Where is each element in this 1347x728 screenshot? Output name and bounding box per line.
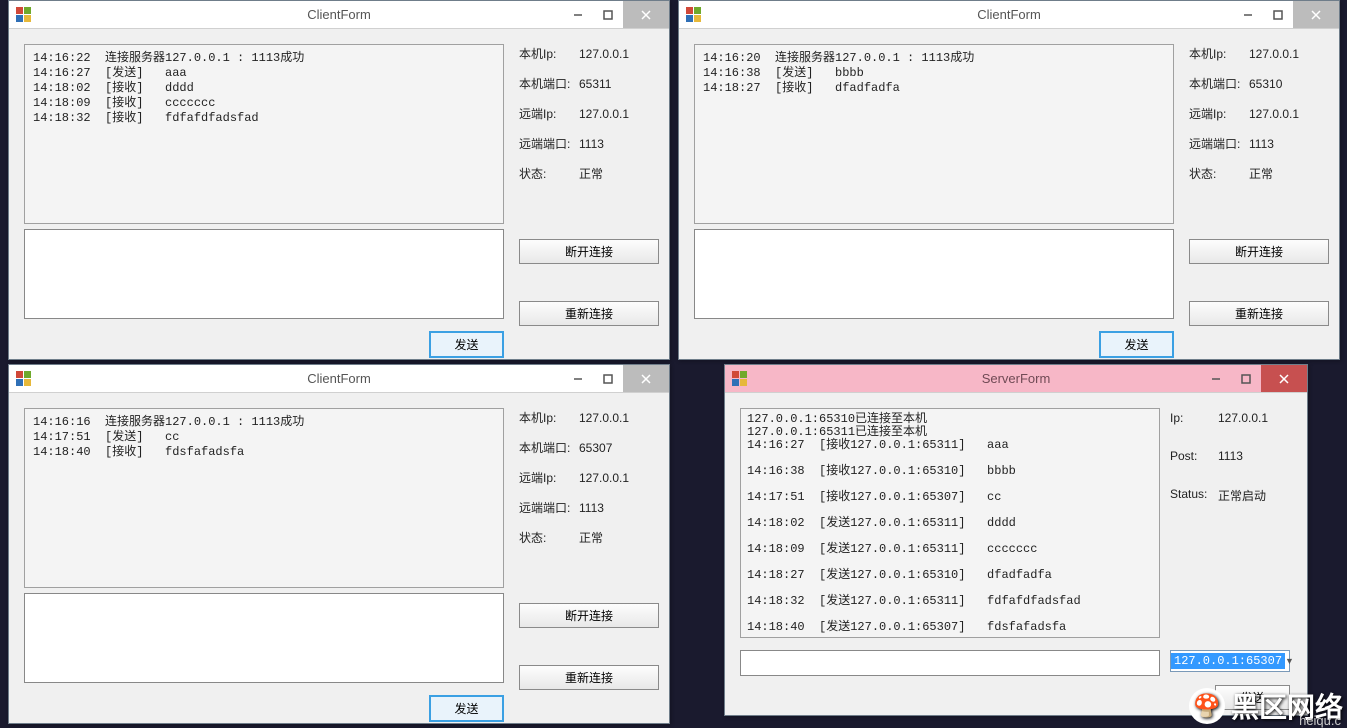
info-panel: 本机Ip:127.0.0.1 本机端口:65311 远端Ip:127.0.0.1…: [519, 47, 659, 197]
app-icon: [685, 7, 701, 23]
remote-port-label: 远端端口:: [519, 137, 579, 151]
status-label: 状态:: [519, 531, 579, 545]
reconnect-button[interactable]: 重新连接: [519, 301, 659, 326]
window-title: ServerForm: [982, 371, 1051, 386]
server-status-label: Status:: [1170, 487, 1218, 504]
window-title: ClientForm: [307, 371, 371, 386]
log-output: 14:16:20 连接服务器127.0.0.1 : 1113成功 14:16:3…: [694, 44, 1174, 224]
app-icon: [15, 371, 31, 387]
message-input[interactable]: [24, 593, 504, 683]
server-info-panel: Ip:127.0.0.1 Post:1113 Status:正常启动: [1170, 411, 1300, 528]
remote-ip-value: 127.0.0.1: [579, 107, 629, 121]
server-ip-label: Ip:: [1170, 411, 1218, 425]
server-ip-value: 127.0.0.1: [1218, 411, 1268, 425]
disconnect-button[interactable]: 断开连接: [519, 239, 659, 264]
remote-port-value: 1113: [1249, 137, 1274, 151]
local-port-value: 65310: [1249, 77, 1282, 91]
client-window-2: ClientForm 14:16:20 连接服务器127.0.0.1 : 111…: [678, 0, 1340, 360]
server-message-input[interactable]: [740, 650, 1160, 676]
disconnect-button[interactable]: 断开连接: [519, 603, 659, 628]
log-output: 14:16:16 连接服务器127.0.0.1 : 1113成功 14:17:5…: [24, 408, 504, 588]
info-panel: 本机Ip:127.0.0.1 本机端口:65310 远端Ip:127.0.0.1…: [1189, 47, 1329, 197]
remote-ip-label: 远端Ip:: [1189, 107, 1249, 121]
combo-selected-value: 127.0.0.1:65307: [1171, 653, 1285, 669]
send-button[interactable]: 发送: [1099, 331, 1174, 358]
close-button[interactable]: [623, 1, 669, 28]
remote-ip-label: 远端Ip:: [519, 471, 579, 485]
status-value: 正常: [1249, 167, 1273, 181]
local-port-label: 本机端口:: [1189, 77, 1249, 91]
minimize-button[interactable]: [1201, 365, 1231, 392]
remote-ip-label: 远端Ip:: [519, 107, 579, 121]
status-value: 正常: [579, 531, 603, 545]
app-icon: [731, 371, 747, 387]
maximize-button[interactable]: [593, 1, 623, 28]
maximize-button[interactable]: [593, 365, 623, 392]
reconnect-button[interactable]: 重新连接: [519, 665, 659, 690]
remote-port-label: 远端端口:: [1189, 137, 1249, 151]
message-input[interactable]: [24, 229, 504, 319]
local-ip-value: 127.0.0.1: [579, 411, 629, 425]
remote-ip-value: 127.0.0.1: [1249, 107, 1299, 121]
remote-port-value: 1113: [579, 501, 604, 515]
server-window: ServerForm 127.0.0.1:65310已连接至本机 127.0.0…: [724, 364, 1308, 716]
local-ip-label: 本机Ip:: [519, 411, 579, 425]
titlebar[interactable]: ServerForm: [725, 365, 1307, 393]
server-port-value: 1113: [1218, 449, 1243, 463]
remote-port-value: 1113: [579, 137, 604, 151]
local-port-label: 本机端口:: [519, 441, 579, 455]
minimize-button[interactable]: [563, 1, 593, 28]
local-port-value: 65307: [579, 441, 612, 455]
titlebar[interactable]: ClientForm: [9, 1, 669, 29]
status-value: 正常: [579, 167, 603, 181]
server-port-label: Post:: [1170, 449, 1218, 463]
disconnect-button[interactable]: 断开连接: [1189, 239, 1329, 264]
remote-ip-value: 127.0.0.1: [579, 471, 629, 485]
chevron-down-icon: ▼: [1285, 656, 1294, 666]
app-icon: [15, 7, 31, 23]
titlebar[interactable]: ClientForm: [679, 1, 1339, 29]
local-port-value: 65311: [579, 77, 611, 91]
local-ip-label: 本机Ip:: [1189, 47, 1249, 61]
client-window-3: ClientForm 14:16:16 连接服务器127.0.0.1 : 111…: [8, 364, 670, 724]
message-input[interactable]: [694, 229, 1174, 319]
log-output: 14:16:22 连接服务器127.0.0.1 : 1113成功 14:16:2…: [24, 44, 504, 224]
send-button[interactable]: 发送: [429, 331, 504, 358]
local-ip-value: 127.0.0.1: [579, 47, 629, 61]
server-log-output: 127.0.0.1:65310已连接至本机 127.0.0.1:65311已连接…: [740, 408, 1160, 638]
remote-port-label: 远端端口:: [519, 501, 579, 515]
maximize-button[interactable]: [1231, 365, 1261, 392]
reconnect-button[interactable]: 重新连接: [1189, 301, 1329, 326]
local-port-label: 本机端口:: [519, 77, 579, 91]
close-button[interactable]: [1293, 1, 1339, 28]
maximize-button[interactable]: [1263, 1, 1293, 28]
minimize-button[interactable]: [1233, 1, 1263, 28]
window-title: ClientForm: [977, 7, 1041, 22]
local-ip-label: 本机Ip:: [519, 47, 579, 61]
titlebar[interactable]: ClientForm: [9, 365, 669, 393]
mushroom-icon: 🍄: [1189, 688, 1225, 724]
client-window-1: ClientForm 14:16:22 连接服务器127.0.0.1 : 111…: [8, 0, 670, 360]
close-button[interactable]: [623, 365, 669, 392]
status-label: 状态:: [1189, 167, 1249, 181]
send-button[interactable]: 发送: [429, 695, 504, 722]
local-ip-value: 127.0.0.1: [1249, 47, 1299, 61]
client-select-combo[interactable]: 127.0.0.1:65307 ▼: [1170, 650, 1290, 672]
status-label: 状态:: [519, 167, 579, 181]
info-panel: 本机Ip:127.0.0.1 本机端口:65307 远端Ip:127.0.0.1…: [519, 411, 659, 561]
window-title: ClientForm: [307, 7, 371, 22]
minimize-button[interactable]: [563, 365, 593, 392]
close-button[interactable]: [1261, 365, 1307, 392]
server-status-value: 正常启动: [1218, 487, 1266, 504]
